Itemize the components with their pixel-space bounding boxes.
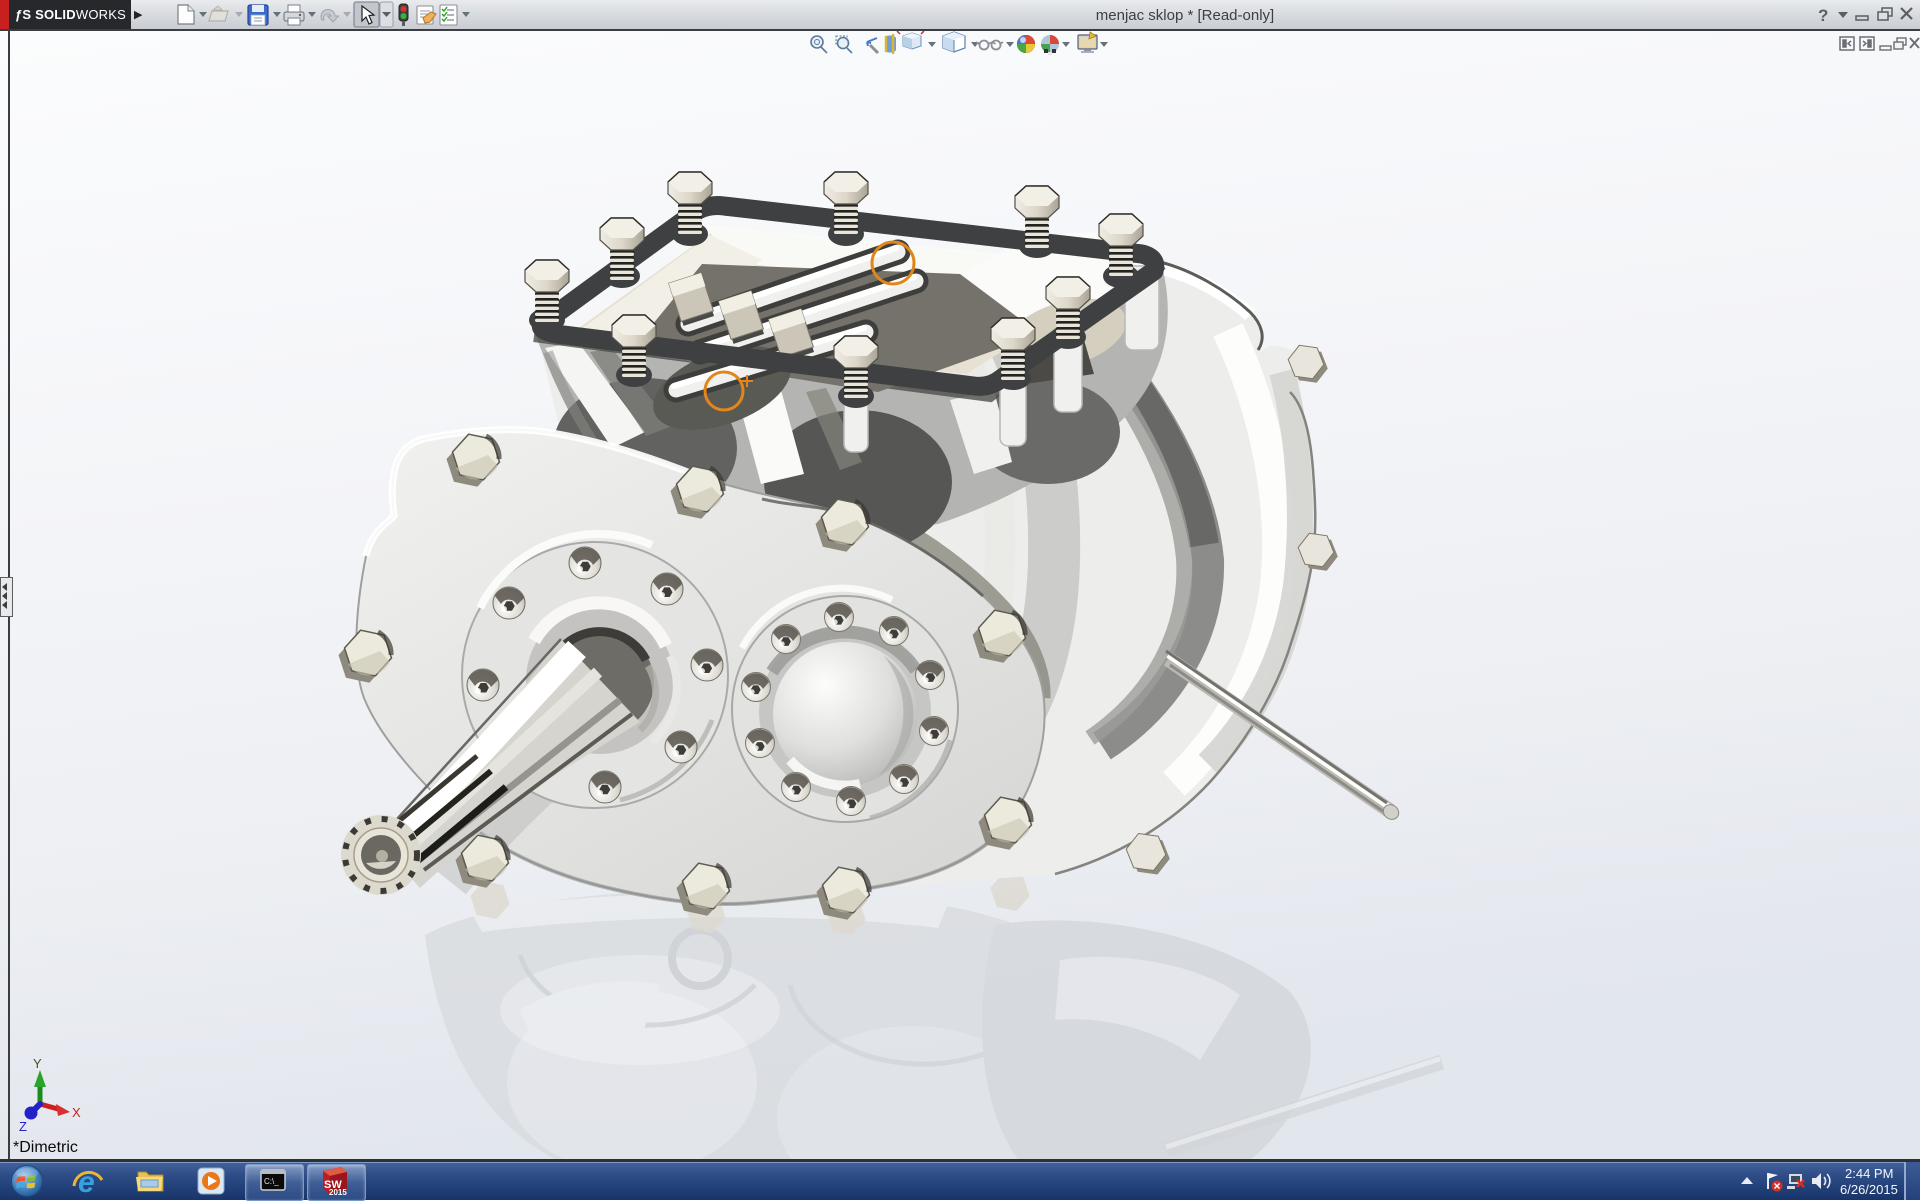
svg-text:2:44 PM: 2:44 PM — [1845, 1166, 1893, 1181]
svg-text:6/26/2015: 6/26/2015 — [1840, 1182, 1898, 1197]
svg-text:2015: 2015 — [329, 1188, 347, 1197]
svg-text:e: e — [78, 1166, 95, 1199]
svg-text:?: ? — [1818, 6, 1828, 25]
svg-text:C:\_: C:\_ — [264, 1177, 279, 1186]
